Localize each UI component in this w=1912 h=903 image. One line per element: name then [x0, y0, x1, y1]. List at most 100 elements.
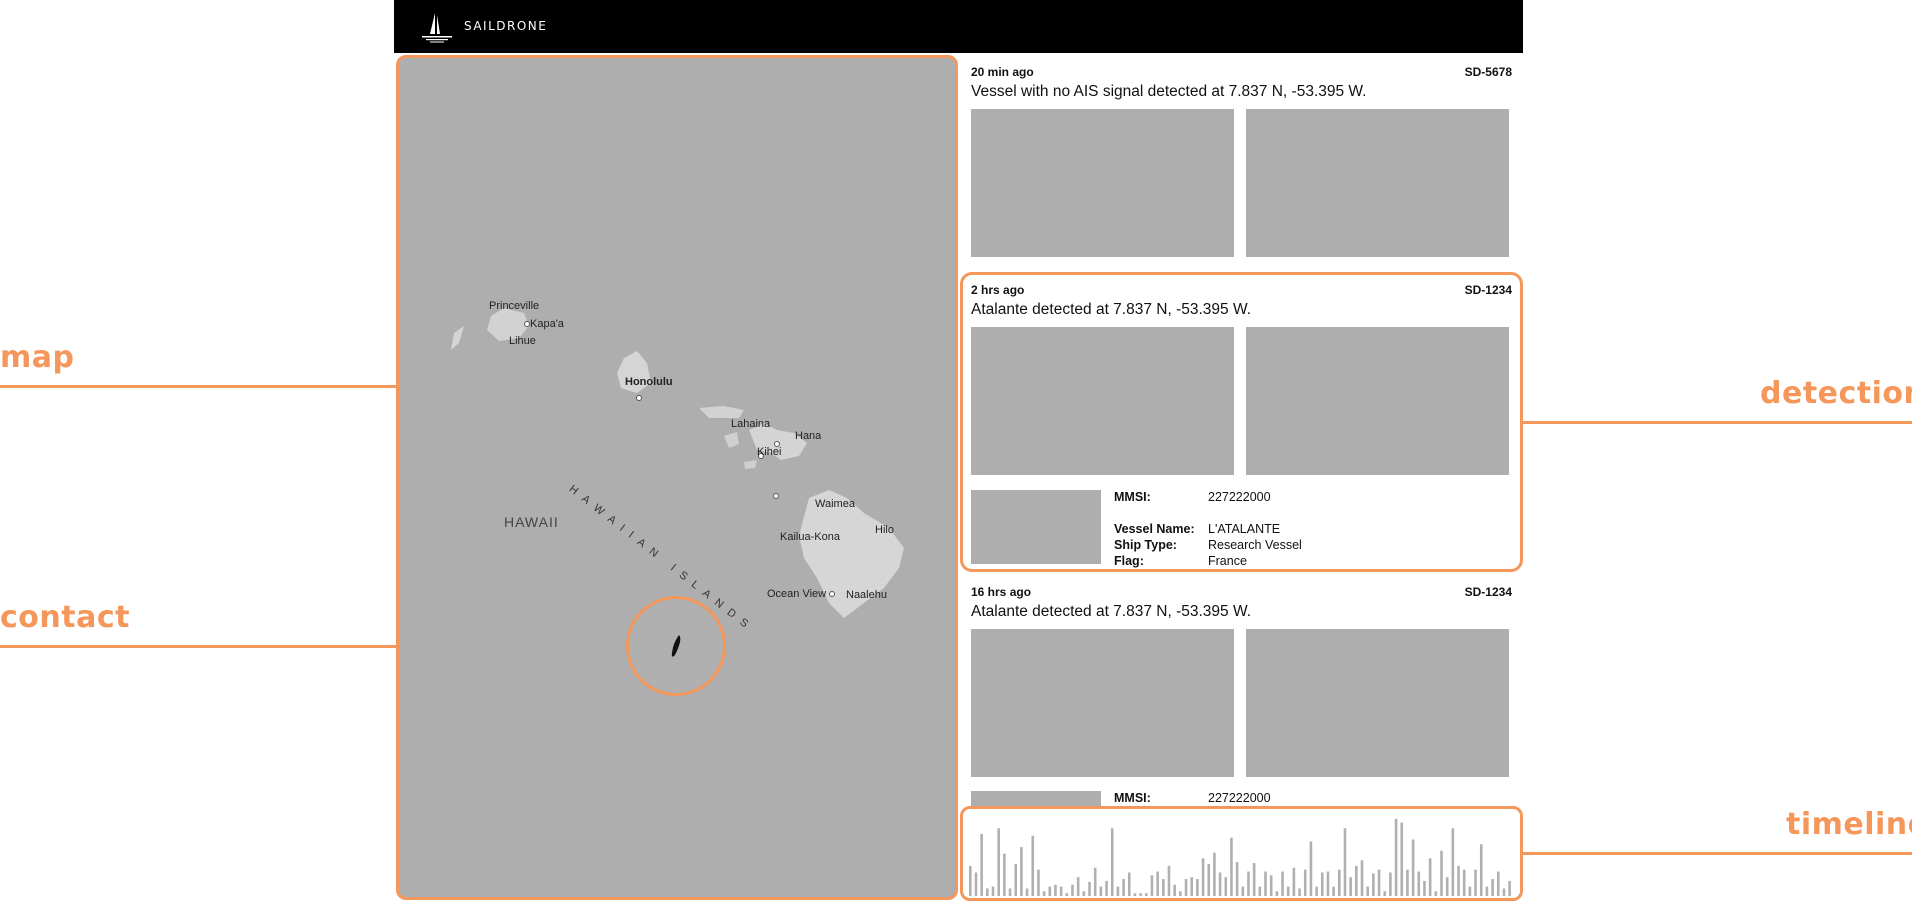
- detection-image[interactable]: [1246, 629, 1509, 777]
- timeline-bar[interactable]: [991, 886, 995, 896]
- timeline-bar[interactable]: [1303, 869, 1307, 896]
- timeline-bar[interactable]: [1082, 891, 1086, 896]
- timeline-bar[interactable]: [1326, 871, 1330, 896]
- detection-card-highlighted[interactable]: 2 hrs ago SD-1234 Atalante detected at 7…: [960, 272, 1523, 572]
- timeline-bar[interactable]: [1338, 869, 1341, 896]
- timeline-bar[interactable]: [1406, 869, 1409, 896]
- timeline-bar[interactable]: [1201, 858, 1205, 896]
- timeline-bar[interactable]: [1457, 865, 1460, 896]
- timeline-bar[interactable]: [1485, 886, 1489, 896]
- timeline-bar[interactable]: [1179, 891, 1182, 896]
- timeline-bar[interactable]: [1502, 888, 1506, 896]
- timeline-bar[interactable]: [1048, 886, 1052, 896]
- timeline-bar[interactable]: [1445, 877, 1449, 896]
- timeline-bar[interactable]: [1264, 871, 1267, 896]
- timeline-bar[interactable]: [1162, 879, 1165, 896]
- timeline-bar[interactable]: [1008, 888, 1012, 896]
- timeline-bar[interactable]: [1428, 858, 1432, 896]
- timeline-bar[interactable]: [1508, 880, 1511, 896]
- timeline-bar[interactable]: [1247, 871, 1250, 896]
- map-panel[interactable]: Princeville Kapa'a Lihue Honolulu Lahain…: [396, 55, 958, 900]
- timeline-bar[interactable]: [1037, 869, 1040, 896]
- timeline-bar[interactable]: [1343, 828, 1347, 896]
- timeline-bar[interactable]: [1031, 835, 1035, 896]
- timeline-bar[interactable]: [1281, 871, 1284, 896]
- timeline-bar[interactable]: [1025, 888, 1029, 896]
- timeline-bar[interactable]: [1417, 871, 1421, 896]
- timeline-bar[interactable]: [1059, 886, 1063, 896]
- timeline-bar[interactable]: [1127, 872, 1131, 896]
- timeline-bar[interactable]: [1093, 867, 1097, 896]
- timeline-bar[interactable]: [1320, 872, 1324, 896]
- timeline-bar[interactable]: [1258, 886, 1262, 896]
- timeline-bar[interactable]: [1496, 871, 1500, 896]
- timeline-bar[interactable]: [1292, 867, 1296, 896]
- timeline-bar[interactable]: [1394, 818, 1398, 896]
- timeline-bar[interactable]: [1298, 888, 1301, 896]
- timeline-bar[interactable]: [1088, 881, 1091, 896]
- timeline-bar[interactable]: [1071, 884, 1074, 896]
- timeline-bar[interactable]: [1150, 875, 1154, 896]
- timeline-bar[interactable]: [1349, 877, 1352, 896]
- timeline-bar[interactable]: [1076, 877, 1080, 896]
- timeline-bar[interactable]: [1116, 886, 1120, 896]
- timeline-bar[interactable]: [1309, 841, 1313, 896]
- timeline-bar[interactable]: [1252, 863, 1256, 896]
- timeline-bar[interactable]: [1383, 891, 1387, 896]
- timeline-bar[interactable]: [1099, 886, 1103, 896]
- timeline-bar[interactable]: [974, 872, 978, 896]
- timeline-bar[interactable]: [1275, 891, 1279, 896]
- timeline-bar[interactable]: [1196, 879, 1199, 896]
- detection-image[interactable]: [971, 629, 1234, 777]
- timeline-bar[interactable]: [969, 865, 972, 896]
- timeline-bar[interactable]: [1014, 864, 1018, 896]
- vessel-thumbnail[interactable]: [971, 490, 1101, 564]
- timeline-bar[interactable]: [1332, 886, 1335, 896]
- timeline-bar[interactable]: [1434, 891, 1438, 896]
- timeline-bar[interactable]: [1462, 869, 1466, 896]
- detection-image[interactable]: [971, 327, 1234, 475]
- timeline-bar[interactable]: [1286, 886, 1290, 896]
- timeline-bar[interactable]: [1372, 873, 1375, 896]
- timeline-bar[interactable]: [1207, 864, 1211, 896]
- timeline-bar[interactable]: [1440, 850, 1443, 896]
- timeline-bar[interactable]: [1224, 877, 1228, 896]
- timeline-bar[interactable]: [1110, 828, 1114, 896]
- timeline-bar[interactable]: [1451, 828, 1455, 896]
- timeline-bar[interactable]: [1054, 884, 1057, 896]
- timeline-bar[interactable]: [1167, 865, 1171, 896]
- timeline-bar[interactable]: [980, 833, 983, 896]
- timeline-bar[interactable]: [1133, 893, 1137, 896]
- timeline-bar[interactable]: [1156, 871, 1159, 896]
- timeline-bar[interactable]: [1366, 886, 1369, 896]
- detection-image[interactable]: [971, 109, 1234, 257]
- timeline-bar[interactable]: [1400, 822, 1404, 896]
- timeline-bar[interactable]: [1360, 860, 1364, 896]
- timeline-bar[interactable]: [1491, 879, 1494, 896]
- timeline-bar[interactable]: [1003, 853, 1006, 896]
- detection-card[interactable]: 20 min ago SD-5678 Vessel with no AIS si…: [960, 55, 1523, 270]
- timeline-bar[interactable]: [1389, 872, 1392, 896]
- timeline-bar[interactable]: [1122, 879, 1125, 896]
- timeline-bar[interactable]: [1139, 893, 1142, 896]
- timeline-bar[interactable]: [1377, 869, 1381, 896]
- timeline-bar[interactable]: [1474, 869, 1477, 896]
- timeline-bar[interactable]: [1355, 865, 1358, 896]
- detection-image[interactable]: [1246, 109, 1509, 257]
- timeline-bar[interactable]: [1235, 862, 1239, 896]
- timeline-bar[interactable]: [1042, 891, 1046, 896]
- timeline-bar[interactable]: [1411, 839, 1415, 896]
- timeline-bar[interactable]: [1184, 879, 1188, 896]
- timeline-bar[interactable]: [1230, 837, 1233, 896]
- contact-marker[interactable]: [626, 596, 726, 696]
- timeline-bar[interactable]: [1479, 844, 1483, 896]
- timeline-bar[interactable]: [1423, 880, 1426, 896]
- detection-feed[interactable]: 20 min ago SD-5678 Vessel with no AIS si…: [960, 55, 1523, 903]
- saildrone-logo[interactable]: SAILDRONE: [418, 10, 578, 44]
- timeline-bar[interactable]: [1218, 872, 1222, 896]
- timeline-bar[interactable]: [1213, 852, 1216, 896]
- timeline-bar[interactable]: [1269, 875, 1273, 896]
- timeline-bar[interactable]: [986, 888, 989, 896]
- timeline-bar[interactable]: [1144, 893, 1148, 896]
- timeline-bar[interactable]: [1020, 847, 1023, 896]
